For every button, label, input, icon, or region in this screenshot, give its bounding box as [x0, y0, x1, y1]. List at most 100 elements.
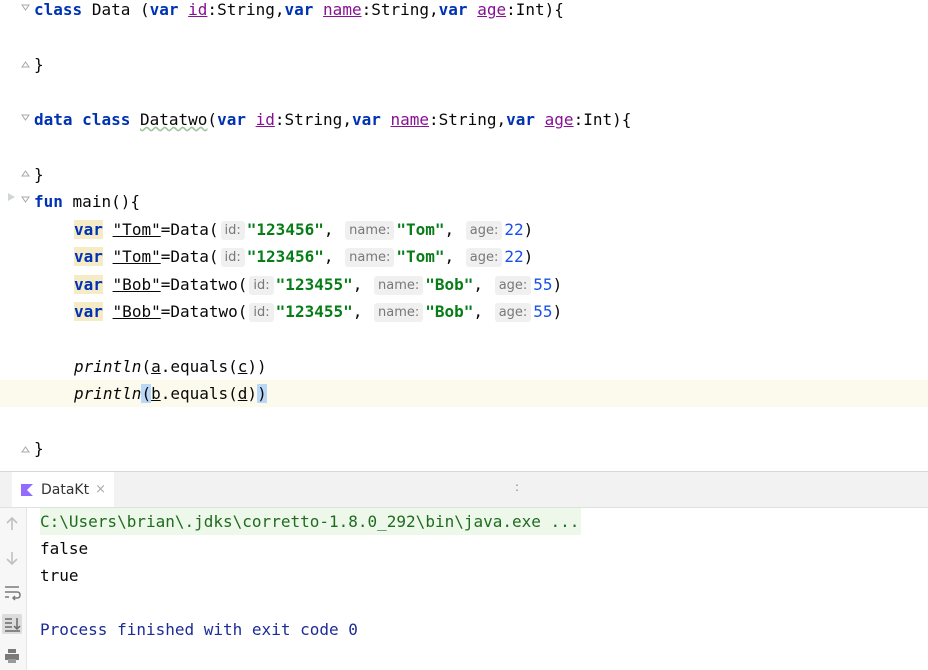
param-hint: id:	[249, 276, 274, 295]
keyword: var	[351, 110, 381, 129]
string-literal: "123455"	[275, 275, 353, 294]
code-line[interactable]: data class Datatwo(var id:String,var nam…	[0, 106, 928, 133]
keyword: data	[34, 110, 73, 129]
matched-paren: (	[141, 384, 152, 403]
console-output[interactable]: C:\Users\brian\.jdks\corretto-1.8.0_292\…	[40, 508, 582, 643]
keyword: var	[149, 0, 179, 19]
code-line[interactable]: var "Tom"=Data(id: "123456", name: "Tom", …	[0, 216, 928, 243]
number-literal: 22	[504, 247, 524, 266]
function-call: println	[74, 384, 142, 403]
variable: "Bob"	[112, 275, 161, 294]
type: String	[438, 110, 497, 129]
param-hint: name:	[374, 303, 424, 322]
property-name: name	[390, 110, 430, 129]
string-literal: "123455"	[275, 302, 353, 321]
matched-paren: )	[257, 384, 267, 403]
param-hint: age:	[494, 303, 532, 322]
code-line[interactable]: println(a.equals(c))	[0, 353, 928, 380]
keyword: var	[74, 275, 103, 294]
code-editor[interactable]: class Data (var id:String,var name:Strin…	[0, 0, 928, 471]
param-hint: id:	[220, 248, 245, 267]
variable: "Tom"	[112, 247, 161, 266]
param-hint: age:	[465, 221, 503, 240]
current-code-line[interactable]: println(b.equals(d))	[0, 380, 928, 407]
keyword: fun	[34, 192, 63, 211]
code-token: )	[247, 384, 258, 403]
type: Int	[515, 0, 545, 19]
function-call: println	[74, 357, 142, 376]
close-icon[interactable]: ×	[95, 482, 106, 497]
class-name: Data	[91, 0, 131, 19]
variable: a	[151, 357, 161, 376]
number-literal: 55	[533, 275, 553, 294]
scroll-to-end-icon[interactable]	[2, 614, 22, 634]
type: Int	[583, 110, 613, 129]
variable: d	[237, 384, 248, 403]
code-line[interactable]: }	[0, 435, 928, 462]
function-signature: main(){	[72, 192, 140, 211]
keyword: var	[74, 302, 103, 321]
method-call: .equals(	[160, 357, 238, 376]
code-token: ){	[612, 110, 632, 129]
property-name: name	[323, 0, 362, 19]
param-hint: id:	[249, 303, 274, 322]
param-hint: age:	[465, 248, 503, 267]
number-literal: 55	[533, 302, 553, 321]
param-hint: name:	[374, 276, 424, 295]
constructor: Data(	[170, 247, 219, 266]
code-line[interactable]: fun main(){	[0, 188, 928, 215]
constructor: Datatwo(	[170, 302, 248, 321]
variable: "Bob"	[112, 302, 161, 321]
variable: b	[151, 384, 161, 403]
string-literal: "Bob"	[425, 275, 474, 294]
arrow-down-icon[interactable]	[2, 548, 22, 568]
keyword: var	[438, 0, 468, 19]
property-id: id	[188, 0, 208, 19]
keyword: var	[74, 220, 103, 239]
code-line[interactable]: }	[0, 161, 928, 188]
string-literal: "123456"	[246, 220, 324, 239]
param-hint: age:	[494, 276, 532, 295]
constructor: Datatwo(	[170, 275, 248, 294]
type: String	[284, 110, 343, 129]
console-line: false	[40, 539, 89, 558]
console-line: true	[40, 566, 79, 585]
string-literal: "Tom"	[396, 247, 445, 266]
keyword: var	[74, 247, 103, 266]
code-line[interactable]: var "Bob"=Datatwo(id: "123455", name: "Bob…	[0, 298, 928, 325]
console-exit-line: Process finished with exit code 0	[40, 620, 358, 639]
code-token: (	[207, 110, 218, 129]
tab-datakt[interactable]: DataKt ×	[12, 472, 115, 507]
tab-label: DataKt	[41, 481, 90, 498]
keyword: var	[506, 110, 536, 129]
constructor: Data(	[170, 220, 219, 239]
code-token: ))	[247, 357, 267, 376]
keyword: var	[217, 110, 246, 129]
keyword: class	[82, 110, 131, 129]
code-line[interactable]: class Data (var id:String,var name:Strin…	[0, 0, 928, 23]
type: String	[217, 0, 275, 19]
code-line[interactable]: var "Tom"=Data(id: "123456", name: "Tom", …	[0, 243, 928, 270]
code-line[interactable]: var "Bob"=Datatwo(id: "123455", name: "Bob…	[0, 271, 928, 298]
splitter-handle[interactable]: :	[515, 480, 519, 498]
number-literal: 22	[504, 220, 524, 239]
variable: c	[237, 357, 248, 376]
class-name: Datatwo	[139, 110, 208, 129]
keyword: var	[284, 0, 314, 19]
run-toolbar	[0, 508, 27, 670]
param-hint: id:	[220, 221, 245, 240]
code-line[interactable]: }	[0, 51, 928, 78]
arrow-up-icon[interactable]	[2, 514, 22, 534]
closing-brace: }	[34, 165, 44, 184]
soft-wrap-icon[interactable]	[2, 582, 22, 602]
closing-brace: }	[34, 439, 44, 458]
code-token: (	[130, 0, 150, 19]
param-hint: name:	[345, 221, 395, 240]
run-tool-window: DataKt × : C:\Users\brian\.jdks\corretto…	[0, 471, 928, 670]
string-literal: "123456"	[246, 247, 324, 266]
string-literal: "Tom"	[396, 220, 445, 239]
print-icon[interactable]	[2, 646, 22, 666]
code-token: ){	[544, 0, 564, 19]
param-hint: name:	[345, 248, 395, 267]
